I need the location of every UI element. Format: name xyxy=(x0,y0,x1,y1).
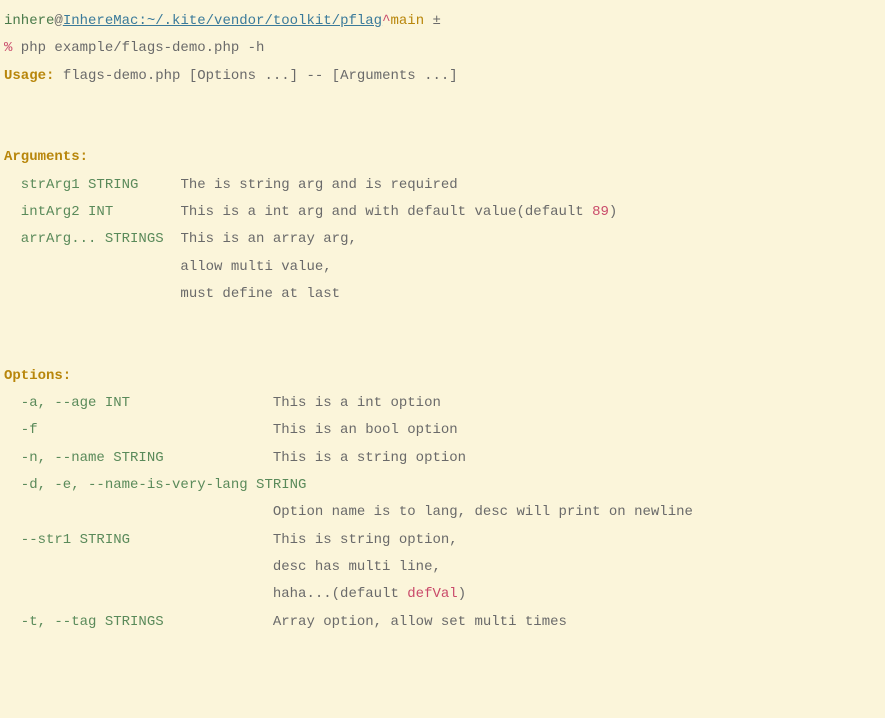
opt-f-desc: This is an bool option xyxy=(273,422,458,438)
arg-arrarg-desc: This is an array arg, xyxy=(180,231,356,247)
arg-strarg1-name: strArg1 STRING xyxy=(4,177,180,193)
opt-tag-desc: Array option, allow set multi times xyxy=(273,614,567,630)
arg-intarg2-close: ) xyxy=(609,204,617,220)
arg-arrarg-line2: allow multi value, xyxy=(4,259,332,275)
opt-longname-name: -d, -e, --name-is-very-lang STRING xyxy=(4,477,306,493)
opt-name-name: -n, --name STRING xyxy=(4,450,273,466)
arg-intarg2-default: 89 xyxy=(592,204,609,220)
opt-f-name: -f xyxy=(4,422,273,438)
options-header: Options: xyxy=(4,368,71,384)
prompt-at: @ xyxy=(54,13,62,29)
usage-text: flags-demo.php [Options ...] -- [Argumen… xyxy=(54,68,457,84)
arg-intarg2-name: intArg2 INT xyxy=(4,204,180,220)
opt-age-name: -a, --age INT xyxy=(4,395,273,411)
prompt-user: inhere xyxy=(4,13,54,29)
opt-str1-line3a: haha...(default xyxy=(4,586,407,602)
opt-str1-line2: desc has multi line, xyxy=(4,559,441,575)
opt-tag-name: -t, --tag STRINGS xyxy=(4,614,273,630)
terminal-output: inhere@InhereMac:~/.kite/vendor/toolkit/… xyxy=(4,8,877,636)
opt-str1-line3b: ) xyxy=(458,586,466,602)
opt-longname-desc: Option name is to lang, desc will print … xyxy=(4,504,693,520)
prompt-branch: main xyxy=(391,13,425,29)
arg-arrarg-line3: must define at last xyxy=(4,286,340,302)
opt-str1-desc: This is string option, xyxy=(273,532,458,548)
prompt-caret: ^ xyxy=(382,13,390,29)
usage-label: Usage: xyxy=(4,68,54,84)
opt-str1-name: --str1 STRING xyxy=(4,532,273,548)
opt-name-desc: This is a string option xyxy=(273,450,466,466)
arg-arrarg-name: arrArg... STRINGS xyxy=(4,231,180,247)
opt-str1-default: defVal xyxy=(407,586,457,602)
arguments-header: Arguments: xyxy=(4,149,88,165)
prompt-host-path: InhereMac:~/.kite/vendor/toolkit/pflag xyxy=(63,13,382,29)
command-text: php example/flags-demo.php -h xyxy=(12,40,264,56)
opt-age-desc: This is a int option xyxy=(273,395,441,411)
prompt-dirty: ± xyxy=(424,13,441,29)
arg-strarg1-desc: The is string arg and is required xyxy=(180,177,457,193)
arg-intarg2-desc: This is a int arg and with default value… xyxy=(180,204,592,220)
